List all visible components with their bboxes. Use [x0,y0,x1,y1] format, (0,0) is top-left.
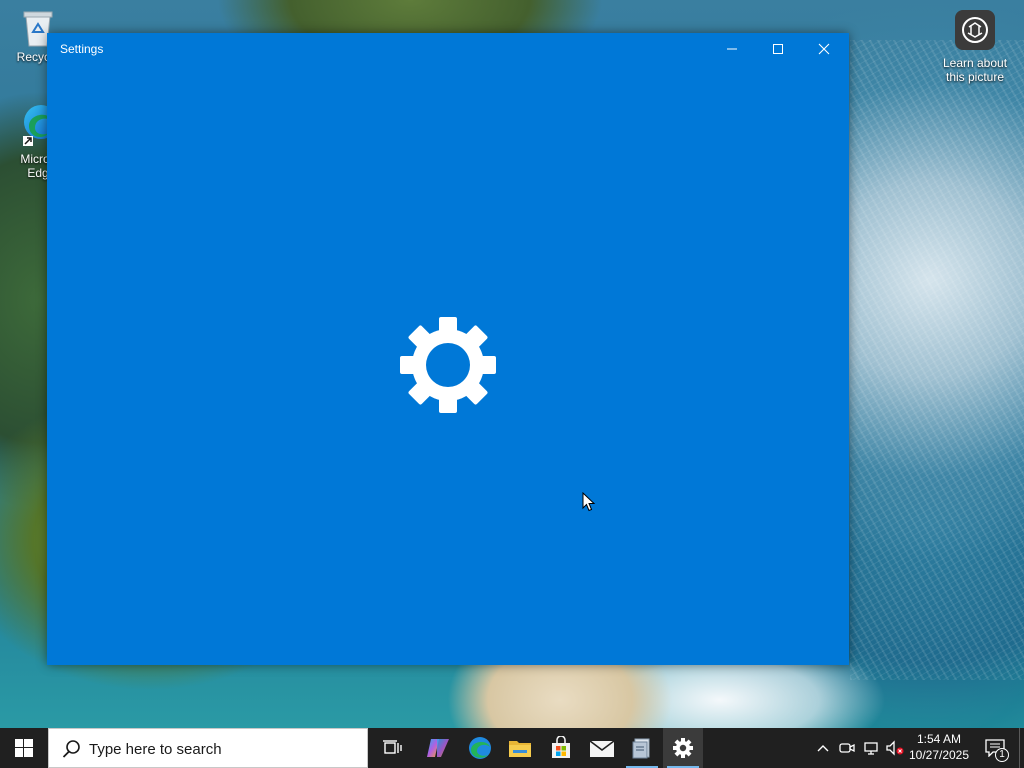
gear-icon [398,315,498,415]
taskbar-search-box[interactable]: Type here to search [48,728,368,768]
tray-meet-now-button[interactable] [836,728,858,768]
start-button[interactable] [0,728,48,768]
windows-logo-icon [15,739,33,757]
maximize-icon [773,44,783,54]
window-titlebar[interactable]: Settings [47,33,849,65]
taskbar: Type here to search 1:54 AM 10/27/2025 1 [0,728,1024,768]
learn-label-line1: Learn about [942,56,1008,70]
tray-network-button[interactable] [860,728,882,768]
tray-volume-button[interactable] [884,728,906,768]
search-icon [62,740,80,758]
task-view-button[interactable] [372,728,412,768]
show-hidden-icons-button[interactable] [813,728,833,768]
taskbar-mail-button[interactable] [582,728,622,768]
show-desktop-button[interactable] [1019,728,1024,768]
volume-muted-icon [886,740,904,756]
app-icon [632,738,650,759]
copilot-icon [427,739,449,757]
clock-date: 10/27/2025 [908,748,970,762]
mail-icon [589,740,615,757]
mouse-cursor-icon [582,491,596,512]
action-center-button[interactable]: 1 [980,728,1010,768]
taskbar-copilot-button[interactable] [418,728,458,768]
taskbar-store-button[interactable] [541,728,581,768]
wallpaper-ocean-foam [850,40,1024,680]
task-view-icon [383,740,402,754]
video-camera-icon [839,743,855,753]
taskbar-file-explorer-button[interactable] [500,728,540,768]
network-icon [864,742,878,755]
window-title: Settings [60,42,104,56]
notification-count-badge: 1 [995,748,1009,762]
close-button[interactable] [801,33,847,65]
learn-label-line2: this picture [945,70,1005,84]
desktop-icon-learn-about-picture[interactable]: Learn about this picture [938,10,1012,84]
store-icon [552,736,570,758]
folder-icon [509,741,531,757]
gear-icon [673,738,693,758]
taskbar-clock[interactable]: 1:54 AM 10/27/2025 [906,731,972,763]
minimize-icon [727,48,737,50]
camera-icon [955,10,995,50]
close-icon [818,43,830,55]
clock-time: 1:54 AM [916,732,962,746]
edge-icon [469,737,491,759]
minimize-button[interactable] [709,33,755,65]
taskbar-settings-button[interactable] [663,728,703,768]
maximize-button[interactable] [755,33,801,65]
search-placeholder: Type here to search [89,741,222,758]
settings-window[interactable]: Settings [47,33,849,665]
chevron-up-icon [817,745,829,752]
taskbar-app-button[interactable] [622,728,662,768]
taskbar-edge-button[interactable] [460,728,500,768]
